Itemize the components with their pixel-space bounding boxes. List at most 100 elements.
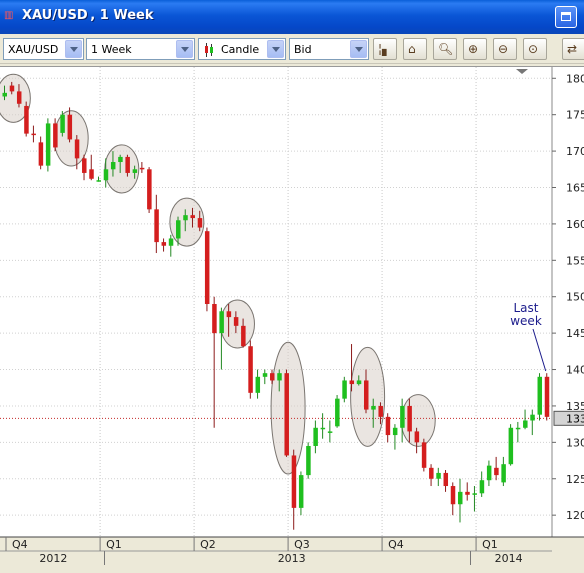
candle-up[interactable] bbox=[277, 373, 282, 381]
period-separator-icon: ¦▖ bbox=[378, 42, 392, 56]
title-bar[interactable]: ▥ XAU/USD , 1 Week bbox=[0, 0, 584, 34]
candle-down[interactable] bbox=[154, 209, 159, 243]
candle-up[interactable] bbox=[183, 215, 188, 221]
candle-up[interactable] bbox=[515, 427, 521, 430]
price-side-select[interactable]: Bid bbox=[289, 38, 369, 60]
candle-up[interactable] bbox=[2, 92, 8, 97]
instrument-select[interactable]: XAU/USD bbox=[3, 38, 84, 60]
quarter-label: Q4 bbox=[388, 538, 404, 551]
scroll-chart-button[interactable]: ⇄ bbox=[562, 38, 584, 60]
candle-up[interactable] bbox=[96, 180, 101, 182]
candle-down[interactable] bbox=[414, 431, 420, 443]
candle-down[interactable] bbox=[24, 105, 29, 134]
candle-down[interactable] bbox=[248, 346, 253, 393]
candle-down[interactable] bbox=[443, 472, 449, 487]
candle-up[interactable] bbox=[110, 162, 116, 170]
candle-down[interactable] bbox=[125, 156, 130, 173]
candle-up[interactable] bbox=[262, 373, 268, 377]
zoom-in-button[interactable]: ⊕ bbox=[463, 38, 487, 60]
candle-down[interactable] bbox=[233, 317, 239, 326]
candle-up[interactable] bbox=[255, 376, 261, 393]
candle-up[interactable] bbox=[356, 380, 362, 385]
candle-down[interactable] bbox=[429, 467, 434, 479]
candle-up[interactable] bbox=[168, 238, 174, 246]
candle-up[interactable] bbox=[298, 475, 304, 508]
candle-up[interactable] bbox=[508, 427, 514, 465]
candle-down[interactable] bbox=[421, 442, 427, 468]
candle-up[interactable] bbox=[523, 420, 528, 428]
candle-up[interactable] bbox=[537, 376, 543, 415]
candle-up[interactable] bbox=[219, 311, 224, 334]
chevron-down-icon[interactable] bbox=[350, 40, 367, 58]
candle-down[interactable] bbox=[204, 231, 210, 304]
candle-down[interactable] bbox=[385, 416, 391, 436]
candle-down[interactable] bbox=[67, 114, 73, 140]
candle-up[interactable] bbox=[335, 398, 340, 427]
candle-up[interactable] bbox=[457, 491, 463, 505]
period-separator-button[interactable]: ¦▖ bbox=[373, 38, 397, 60]
candle-up[interactable] bbox=[479, 480, 485, 494]
chevron-down-icon[interactable] bbox=[176, 40, 193, 58]
candle-up[interactable] bbox=[501, 464, 506, 483]
zoom-out-button[interactable]: ⊖ bbox=[493, 38, 517, 60]
candle-up[interactable] bbox=[45, 123, 51, 166]
candle-up[interactable] bbox=[103, 169, 109, 181]
candle-down[interactable] bbox=[139, 167, 145, 170]
candle-up[interactable] bbox=[320, 427, 326, 430]
chart-type-value: Candle bbox=[221, 43, 260, 56]
chart-type-select[interactable]: Candle bbox=[198, 38, 286, 60]
candle-down[interactable] bbox=[378, 405, 383, 417]
candle-down[interactable] bbox=[212, 304, 217, 334]
lock-button[interactable]: ⌂ bbox=[403, 38, 427, 60]
candle-up[interactable] bbox=[530, 414, 535, 421]
candle-down[interactable] bbox=[82, 158, 87, 173]
y-tick-label: 180 bbox=[566, 72, 584, 85]
zoom-button[interactable]: 🔍︎ bbox=[433, 38, 457, 60]
period-select[interactable]: 1 Week bbox=[86, 38, 195, 60]
candle-down[interactable] bbox=[147, 169, 152, 210]
candle-down[interactable] bbox=[74, 139, 80, 159]
candle-down[interactable] bbox=[31, 133, 36, 136]
candle-down[interactable] bbox=[161, 242, 167, 246]
candle-down[interactable] bbox=[364, 380, 369, 410]
candle-down[interactable] bbox=[89, 169, 94, 179]
candle-up[interactable] bbox=[342, 380, 347, 399]
candle-up[interactable] bbox=[118, 156, 123, 163]
candle-down[interactable] bbox=[190, 215, 195, 219]
candle-up[interactable] bbox=[400, 405, 405, 428]
candle-down[interactable] bbox=[465, 491, 470, 495]
candle-up[interactable] bbox=[306, 445, 311, 476]
candle-down[interactable] bbox=[284, 373, 289, 456]
maximize-button[interactable] bbox=[555, 6, 577, 28]
candle-up[interactable] bbox=[472, 493, 477, 495]
candle-down[interactable] bbox=[544, 376, 550, 417]
candle-up[interactable] bbox=[436, 472, 441, 479]
candle-up[interactable] bbox=[327, 431, 333, 433]
candlestick-chart[interactable]: 1801751701651601551501451401351301251201… bbox=[0, 67, 584, 569]
candle-down[interactable] bbox=[226, 311, 232, 318]
candle-down[interactable] bbox=[197, 218, 203, 228]
candle-up[interactable] bbox=[60, 114, 65, 133]
candle-up[interactable] bbox=[486, 465, 492, 481]
candle-down[interactable] bbox=[407, 405, 412, 432]
candle-down[interactable] bbox=[241, 325, 246, 347]
current-price-label: 133 bbox=[566, 412, 584, 425]
candle-down[interactable] bbox=[38, 142, 44, 166]
chevron-down-icon[interactable] bbox=[267, 40, 284, 58]
candle-down[interactable] bbox=[349, 380, 355, 385]
candle-down[interactable] bbox=[450, 486, 456, 505]
candle-down[interactable] bbox=[291, 455, 297, 508]
candle-down[interactable] bbox=[16, 91, 22, 104]
chart-area[interactable]: 180 175 170 165 160 155 150 145 140 135 130 125 120 1… bbox=[0, 66, 584, 569]
candle-up[interactable] bbox=[132, 169, 138, 173]
candle-down[interactable] bbox=[53, 123, 58, 148]
candle-up[interactable] bbox=[392, 427, 398, 436]
candle-up[interactable] bbox=[313, 427, 318, 446]
candle-down[interactable] bbox=[270, 373, 275, 381]
chevron-down-icon[interactable] bbox=[65, 40, 82, 58]
candle-up[interactable] bbox=[371, 405, 376, 410]
zoom-fit-button[interactable]: ⊙ bbox=[523, 38, 547, 60]
candle-up[interactable] bbox=[176, 220, 181, 239]
candle-down[interactable] bbox=[9, 85, 15, 92]
candle-down[interactable] bbox=[494, 467, 499, 476]
